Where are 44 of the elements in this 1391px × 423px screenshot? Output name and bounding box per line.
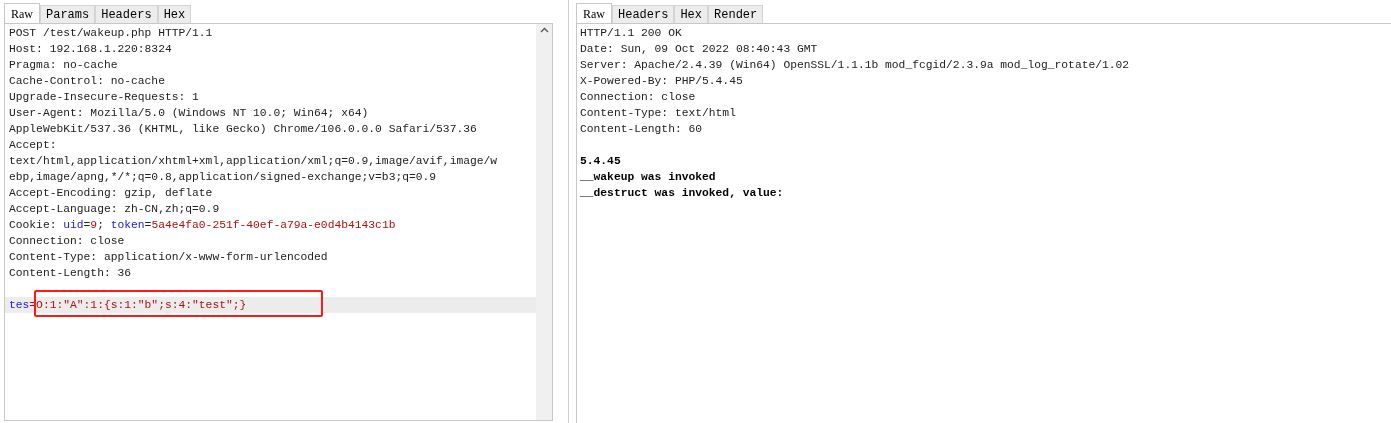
text-line: ; — [97, 219, 105, 231]
param-value: 9 — [90, 219, 98, 231]
tab[interactable]: Headers — [612, 5, 675, 23]
text-line: Accept: — [8, 138, 58, 153]
text-line: User-Agent: Mozilla/5.0 (Windows NT 10.0; Win64; x64) — [8, 106, 370, 121]
text-line: __destruct was invoked, value: — [580, 186, 785, 201]
text-line: Content-Type: application/x-www-form-urlencoded — [8, 250, 329, 265]
text-line: Upgrade-Insecure-Requests: 1 — [8, 90, 200, 105]
text-line: HTTP/1.1 200 OK — [580, 26, 683, 41]
text-line: Accept-Language: zh-CN,zh;q=0.9 — [8, 202, 221, 217]
tab[interactable]: Raw — [4, 3, 40, 23]
tab[interactable]: Hex — [157, 5, 192, 23]
text-line: Host: 192.168.1.220:8324 — [8, 42, 173, 57]
param-name: token — [110, 219, 145, 231]
scroll-up-icon[interactable] — [539, 27, 549, 33]
text-line: = — [83, 219, 91, 231]
tab[interactable]: Hex — [674, 5, 709, 23]
text-line: POST /test/wakeup.php HTTP/1.1 — [8, 26, 214, 41]
text-line: text/html,application/xhtml+xml,application/xml;q=0.9,image/avif,image/w — [8, 154, 499, 169]
text-line: Cache-Control: no-cache — [8, 74, 166, 89]
param-name: tes — [9, 299, 30, 311]
text-line: Accept-Encoding: gzip, deflate — [8, 186, 214, 201]
param-value: 5a4e4fa0-251f-40ef-a79a-e0d4b4143c1b — [151, 219, 396, 231]
text-line: Pragma: no-cache — [8, 58, 119, 73]
tab[interactable]: Raw — [576, 3, 612, 23]
tab[interactable]: Render — [708, 5, 764, 23]
text-line: __wakeup was invoked — [580, 170, 717, 185]
text-line: X-Powered-By: PHP/5.4.45 — [580, 74, 744, 89]
text-line: ebp,image/apng,*/*;q=0.8,application/signed-exchange;v=b3;q=0.9 — [8, 170, 438, 185]
tab[interactable]: Params — [40, 5, 96, 23]
text-line: AppleWebKit/537.36 (KHTML, like Gecko) Chrome/106.0.0.0 Safari/537.36 — [8, 122, 478, 137]
text-line: Connection: close — [580, 90, 697, 105]
text-line: Date: Sun, 09 Oct 2022 08:40:43 GMT — [580, 42, 819, 57]
text-line: Connection: close — [8, 234, 126, 249]
text-line: Content-Length: 36 — [8, 266, 133, 281]
text-line: Content-Length: 60 — [580, 122, 704, 137]
text-line: Server: Apache/2.4.39 (Win64) OpenSSL/1.1.1b mod_fcgid/2.3.9a mod_log_rotate/1.02 — [580, 58, 1131, 73]
text-line: Cookie: — [9, 219, 58, 231]
param-name: uid — [63, 219, 84, 231]
text-line: = — [144, 219, 152, 231]
scrollbar[interactable] — [536, 24, 552, 420]
text-line: 5.4.45 — [580, 154, 622, 169]
tab[interactable]: Headers — [95, 5, 158, 23]
text-line: Content-Type: text/html — [580, 106, 737, 121]
